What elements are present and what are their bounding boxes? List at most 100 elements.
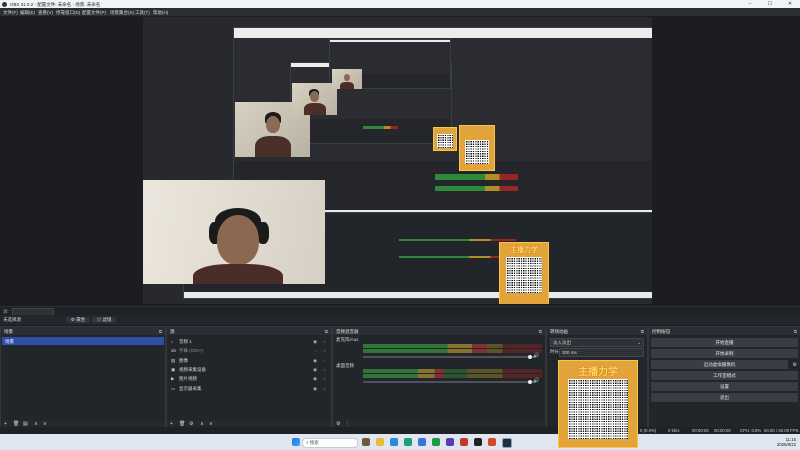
file-explorer-icon[interactable] [376, 438, 384, 446]
menu-file[interactable]: 文件(F) [3, 10, 18, 16]
lock-icon[interactable]: ⌂ [323, 367, 326, 372]
windows-taskbar: ⌕ 搜索 11:15 2025/8/22 [0, 434, 800, 450]
start-recording-button[interactable]: 开始录制 [651, 349, 798, 358]
menu-view[interactable]: 查看(V) [38, 10, 53, 16]
audio-mixer-dock: 音频混音器 ⧉ 麦克风/Aux 🔊 桌面音频 🔊 ⚙ ⋮ [332, 326, 546, 429]
volume-slider[interactable] [363, 379, 535, 384]
audio-level-meter [363, 369, 542, 373]
volume-slider-knob[interactable] [527, 354, 532, 359]
scene-item[interactable]: 场景 [2, 337, 164, 345]
taskbar-clock[interactable]: 11:15 2025/8/22 [777, 437, 796, 448]
dock-undock-icon[interactable]: ⧉ [539, 329, 542, 334]
scenes-dock: 场景 ⧉ 场景 + 🗑 ▤ ∧ ∨ [0, 326, 166, 429]
cpu-usage: CPU: 0.8% [740, 428, 762, 433]
speaker-icon[interactable]: 🔊 [533, 378, 539, 384]
controls-dock-header: 控制按钮 ⧉ [649, 327, 800, 335]
sources-dock: 源 ⧉ ♪ 音频 1 ◉ ⌂ ab 字幕 (GDI+) ◌ ⌂ ▨ 图像 ◉ ⌂… [166, 326, 332, 429]
close-button[interactable]: ✕ [780, 0, 800, 8]
webcam-thumbnail [292, 83, 337, 115]
menu-tools[interactable]: 工具(T) [135, 10, 150, 16]
lock-icon[interactable]: ⌂ [323, 386, 326, 391]
filters-button[interactable]: ▤ 滤镜 [92, 316, 116, 323]
properties-button[interactable]: ⚙ 属性 [66, 316, 90, 323]
volume-slider[interactable] [363, 354, 535, 359]
obs-taskbar-icon[interactable] [502, 438, 512, 448]
tiktok-icon[interactable] [474, 438, 482, 446]
maximize-button[interactable]: ☐ [760, 0, 780, 8]
eye-icon[interactable]: ◉ [313, 367, 317, 373]
media-icon: ▶ [171, 376, 175, 381]
start-streaming-button[interactable]: 开始直播 [651, 338, 798, 347]
lock-icon[interactable]: ⌂ [323, 348, 326, 353]
image-icon: ▨ [171, 358, 176, 363]
studio-mode-button[interactable]: 工作室模式 [651, 371, 798, 380]
source-toolbar-label: 源: [3, 308, 9, 314]
source-item[interactable]: ▶ 图片视频 ◉ ⌂ [169, 375, 329, 382]
source-item-label: 音频 1 [179, 339, 192, 345]
app-icon[interactable] [488, 438, 496, 446]
text-icon: ab [171, 348, 177, 353]
title-bar: OBS 31.0.2 - 配置文件: 未命名 - 场景: 未命名 – ☐ ✕ [0, 0, 800, 8]
source-item-label: 图片视频 [179, 376, 197, 382]
start-virtual-camera-button[interactable]: 启动虚拟摄像机 [651, 360, 788, 369]
minimize-button[interactable]: – [740, 0, 760, 8]
source-item[interactable]: ▭ 显示器采集 ◉ ⌂ [169, 385, 329, 392]
dock-undock-icon[interactable]: ⧉ [325, 329, 328, 334]
dock-undock-icon[interactable]: ⧉ [641, 329, 644, 334]
source-item[interactable]: ab 字幕 (GDI+) ◌ ⌂ [169, 347, 329, 354]
scene-item-label: 场景 [5, 338, 14, 344]
task-view-icon[interactable] [362, 438, 370, 446]
dropped-frames: 0 (0.0%) [640, 428, 657, 433]
lock-icon[interactable]: ⌂ [323, 376, 326, 381]
source-item[interactable]: ▨ 图像 ◉ ⌂ [169, 357, 329, 364]
eye-icon[interactable]: ◉ [313, 386, 317, 392]
audio-mixer-dock-title: 音频混音器 [336, 328, 359, 334]
program-preview[interactable]: 主播力学 [143, 17, 652, 304]
menu-help[interactable]: 帮助(H) [153, 10, 168, 16]
windows-start-icon[interactable] [292, 438, 300, 446]
qr-code-overlay: 主播力学 [558, 360, 638, 448]
status-bar: 0 (0.0%) 0 kb/s 00:00:00 00:00:00 CPU: 0… [0, 427, 800, 434]
audio-level-fill [363, 349, 487, 353]
menu-bar: 文件(F) 编辑(E) 查看(V) 停靠窗口(D) 配置文件(P) 场景集合(S… [0, 8, 800, 16]
eye-off-icon[interactable]: ◌ [314, 348, 317, 353]
eye-icon[interactable]: ◉ [313, 339, 317, 345]
wechat-icon[interactable] [432, 438, 440, 446]
audio-level-meter [363, 344, 542, 348]
stream-time: 00:00:00 [692, 428, 709, 433]
edge-icon[interactable] [390, 438, 398, 446]
menu-profile[interactable]: 配置文件(P) [82, 10, 106, 16]
speaker-icon: ♪ [171, 339, 174, 344]
dock-undock-icon[interactable]: ⧉ [159, 329, 162, 334]
scenes-dock-header: 场景 ⧉ [1, 327, 165, 335]
eye-icon[interactable]: ◉ [313, 376, 317, 382]
store-icon[interactable] [404, 438, 412, 446]
app-icon[interactable] [446, 438, 454, 446]
settings-button[interactable]: 设置 [651, 382, 798, 391]
duration-input[interactable]: 300 ms [559, 348, 644, 357]
lock-icon[interactable]: ⌂ [323, 358, 326, 363]
exit-button[interactable]: 退出 [651, 393, 798, 402]
source-item[interactable]: ♪ 音频 1 ◉ ⌂ [169, 338, 329, 345]
transition-select[interactable]: 淡入淡出 ⌄ [550, 338, 644, 347]
menu-scene-collection[interactable]: 场景集合(S) [110, 10, 134, 16]
eye-icon[interactable]: ◉ [313, 358, 317, 364]
mail-icon[interactable] [418, 438, 426, 446]
overlay-brand-text: 主播力学 [578, 367, 618, 378]
lock-icon[interactable]: ⌂ [323, 339, 326, 344]
taskbar-search[interactable]: ⌕ 搜索 [302, 438, 358, 448]
transition-select-value: 淡入淡出 [553, 340, 571, 345]
source-item[interactable]: ▣ 视频采集设备 ◉ ⌂ [169, 366, 329, 373]
menu-docks[interactable]: 停靠窗口(D) [56, 10, 80, 16]
gear-icon[interactable]: ⚙ [793, 362, 797, 368]
app-icon[interactable] [460, 438, 468, 446]
camera-icon: ▣ [171, 367, 176, 372]
menu-edit[interactable]: 编辑(E) [20, 10, 35, 16]
qr-code-overlay: 主播力学 [499, 242, 549, 304]
gear-icon: ⚙ [70, 316, 75, 322]
dock-undock-icon[interactable]: ⧉ [794, 329, 797, 334]
speaker-icon[interactable]: 🔊 [533, 353, 539, 359]
qr-overlay-thumbnail [433, 127, 457, 151]
volume-slider-knob[interactable] [527, 379, 532, 384]
duration-label: 时长 [550, 349, 559, 354]
